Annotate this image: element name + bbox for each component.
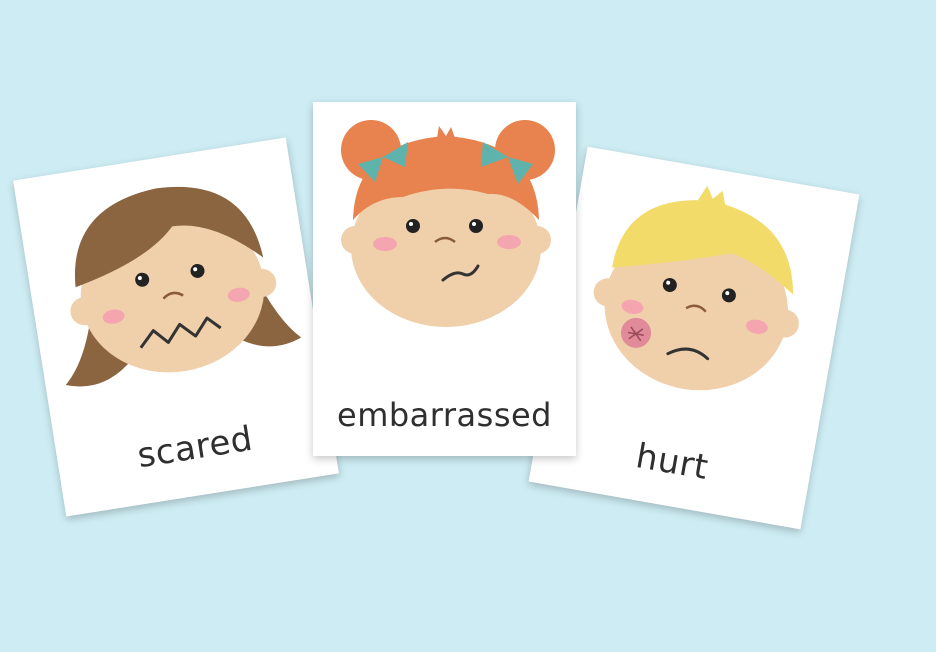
emotion-card-hurt: hurt bbox=[528, 146, 860, 530]
card-label-embarrassed: embarrassed bbox=[337, 396, 552, 434]
emotion-card-embarrassed: embarrassed bbox=[313, 102, 576, 456]
emotion-card-scared: scared bbox=[13, 137, 339, 517]
